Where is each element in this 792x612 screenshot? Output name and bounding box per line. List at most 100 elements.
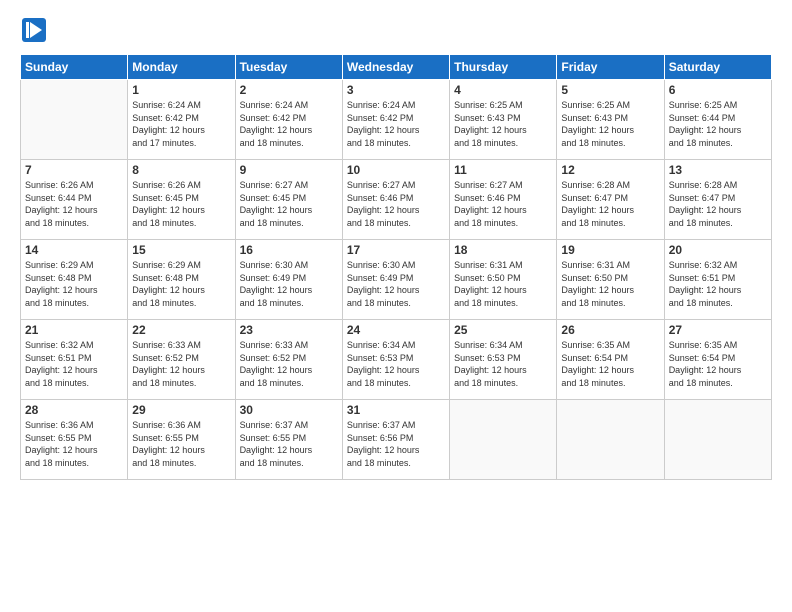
- day-info: Sunrise: 6:36 AM Sunset: 6:55 PM Dayligh…: [132, 419, 230, 469]
- calendar-cell: 26 Sunrise: 6:35 AM Sunset: 6:54 PM Dayli…: [557, 320, 664, 400]
- calendar-cell: 25Sunrise: 6:34 AM Sunset: 6:53 PM Dayli…: [450, 320, 557, 400]
- calendar-cell: 18 Sunrise: 6:31 AM Sunset: 6:50 PM Dayli…: [450, 240, 557, 320]
- calendar-header-tuesday: Tuesday: [235, 55, 342, 80]
- calendar-cell: 4Sunrise: 6:25 AM Sunset: 6:43 PM Daylig…: [450, 80, 557, 160]
- calendar-cell: [664, 400, 771, 480]
- day-number: 31: [347, 403, 445, 417]
- calendar-cell: 6 Sunrise: 6:25 AM Sunset: 6:44 PM Daylig…: [664, 80, 771, 160]
- day-number: 28: [25, 403, 123, 417]
- day-number: 10: [347, 163, 445, 177]
- calendar-header-wednesday: Wednesday: [342, 55, 449, 80]
- day-number: 29: [132, 403, 230, 417]
- calendar-cell: 20 Sunrise: 6:32 AM Sunset: 6:51 PM Dayli…: [664, 240, 771, 320]
- day-number: 13: [669, 163, 767, 177]
- day-number: 18: [454, 243, 552, 257]
- day-info: Sunrise: 6:27 AM Sunset: 6:46 PM Dayligh…: [347, 179, 445, 229]
- header: [20, 16, 772, 44]
- calendar-header-monday: Monday: [128, 55, 235, 80]
- calendar-cell: 10 Sunrise: 6:27 AM Sunset: 6:46 PM Dayli…: [342, 160, 449, 240]
- day-info: Sunrise: 6:24 AM Sunset: 6:42 PM Dayligh…: [132, 99, 230, 149]
- day-info: Sunrise: 6:37 AM Sunset: 6:55 PM Dayligh…: [240, 419, 338, 469]
- calendar-cell: 13 Sunrise: 6:28 AM Sunset: 6:47 PM Dayli…: [664, 160, 771, 240]
- calendar-header-friday: Friday: [557, 55, 664, 80]
- calendar-cell: 5Sunrise: 6:25 AM Sunset: 6:43 PM Daylig…: [557, 80, 664, 160]
- calendar-cell: 11 Sunrise: 6:27 AM Sunset: 6:46 PM Dayli…: [450, 160, 557, 240]
- calendar-cell: 19 Sunrise: 6:31 AM Sunset: 6:50 PM Dayli…: [557, 240, 664, 320]
- day-number: 16: [240, 243, 338, 257]
- calendar-cell: [21, 80, 128, 160]
- day-info: Sunrise: 6:35 AM Sunset: 6:54 PM Dayligh…: [669, 339, 767, 389]
- logo: [20, 16, 50, 44]
- calendar-cell: 30 Sunrise: 6:37 AM Sunset: 6:55 PM Dayli…: [235, 400, 342, 480]
- calendar-header-thursday: Thursday: [450, 55, 557, 80]
- day-info: Sunrise: 6:27 AM Sunset: 6:46 PM Dayligh…: [454, 179, 552, 229]
- day-number: 27: [669, 323, 767, 337]
- day-info: Sunrise: 6:30 AM Sunset: 6:49 PM Dayligh…: [347, 259, 445, 309]
- day-info: Sunrise: 6:33 AM Sunset: 6:52 PM Dayligh…: [132, 339, 230, 389]
- calendar-cell: 21 Sunrise: 6:32 AM Sunset: 6:51 PM Dayli…: [21, 320, 128, 400]
- calendar-cell: [557, 400, 664, 480]
- day-info: Sunrise: 6:25 AM Sunset: 6:44 PM Dayligh…: [669, 99, 767, 149]
- day-info: Sunrise: 6:29 AM Sunset: 6:48 PM Dayligh…: [132, 259, 230, 309]
- day-number: 22: [132, 323, 230, 337]
- day-info: Sunrise: 6:28 AM Sunset: 6:47 PM Dayligh…: [561, 179, 659, 229]
- day-number: 5: [561, 83, 659, 97]
- calendar-week-0: 1 Sunrise: 6:24 AM Sunset: 6:42 PM Daylig…: [21, 80, 772, 160]
- day-info: Sunrise: 6:24 AM Sunset: 6:42 PM Dayligh…: [347, 99, 445, 149]
- day-number: 17: [347, 243, 445, 257]
- page: SundayMondayTuesdayWednesdayThursdayFrid…: [0, 0, 792, 612]
- day-info: Sunrise: 6:34 AM Sunset: 6:53 PM Dayligh…: [347, 339, 445, 389]
- day-info: Sunrise: 6:26 AM Sunset: 6:45 PM Dayligh…: [132, 179, 230, 229]
- calendar-cell: 2 Sunrise: 6:24 AM Sunset: 6:42 PM Daylig…: [235, 80, 342, 160]
- calendar-cell: 7Sunrise: 6:26 AM Sunset: 6:44 PM Daylig…: [21, 160, 128, 240]
- logo-icon: [20, 16, 48, 44]
- day-number: 1: [132, 83, 230, 97]
- day-number: 9: [240, 163, 338, 177]
- calendar-cell: 28 Sunrise: 6:36 AM Sunset: 6:55 PM Dayli…: [21, 400, 128, 480]
- day-number: 23: [240, 323, 338, 337]
- day-number: 26: [561, 323, 659, 337]
- day-info: Sunrise: 6:33 AM Sunset: 6:52 PM Dayligh…: [240, 339, 338, 389]
- calendar-week-3: 21 Sunrise: 6:32 AM Sunset: 6:51 PM Dayli…: [21, 320, 772, 400]
- calendar-header-row: SundayMondayTuesdayWednesdayThursdayFrid…: [21, 55, 772, 80]
- calendar-cell: 14Sunrise: 6:29 AM Sunset: 6:48 PM Dayli…: [21, 240, 128, 320]
- day-info: Sunrise: 6:37 AM Sunset: 6:56 PM Dayligh…: [347, 419, 445, 469]
- day-number: 20: [669, 243, 767, 257]
- calendar-cell: 12 Sunrise: 6:28 AM Sunset: 6:47 PM Dayli…: [557, 160, 664, 240]
- calendar-header-saturday: Saturday: [664, 55, 771, 80]
- day-number: 19: [561, 243, 659, 257]
- calendar-cell: [450, 400, 557, 480]
- calendar-cell: 29 Sunrise: 6:36 AM Sunset: 6:55 PM Dayli…: [128, 400, 235, 480]
- day-number: 2: [240, 83, 338, 97]
- calendar-cell: 3 Sunrise: 6:24 AM Sunset: 6:42 PM Daylig…: [342, 80, 449, 160]
- day-info: Sunrise: 6:25 AM Sunset: 6:43 PM Dayligh…: [454, 99, 552, 149]
- day-number: 12: [561, 163, 659, 177]
- calendar-cell: 1 Sunrise: 6:24 AM Sunset: 6:42 PM Daylig…: [128, 80, 235, 160]
- day-info: Sunrise: 6:36 AM Sunset: 6:55 PM Dayligh…: [25, 419, 123, 469]
- day-number: 24: [347, 323, 445, 337]
- calendar-cell: 23 Sunrise: 6:33 AM Sunset: 6:52 PM Dayli…: [235, 320, 342, 400]
- day-info: Sunrise: 6:32 AM Sunset: 6:51 PM Dayligh…: [669, 259, 767, 309]
- day-number: 11: [454, 163, 552, 177]
- calendar-cell: 8Sunrise: 6:26 AM Sunset: 6:45 PM Daylig…: [128, 160, 235, 240]
- calendar-week-1: 7Sunrise: 6:26 AM Sunset: 6:44 PM Daylig…: [21, 160, 772, 240]
- day-number: 3: [347, 83, 445, 97]
- day-info: Sunrise: 6:30 AM Sunset: 6:49 PM Dayligh…: [240, 259, 338, 309]
- day-info: Sunrise: 6:31 AM Sunset: 6:50 PM Dayligh…: [454, 259, 552, 309]
- day-number: 25: [454, 323, 552, 337]
- day-info: Sunrise: 6:35 AM Sunset: 6:54 PM Dayligh…: [561, 339, 659, 389]
- day-info: Sunrise: 6:32 AM Sunset: 6:51 PM Dayligh…: [25, 339, 123, 389]
- day-number: 30: [240, 403, 338, 417]
- calendar-header-sunday: Sunday: [21, 55, 128, 80]
- day-info: Sunrise: 6:24 AM Sunset: 6:42 PM Dayligh…: [240, 99, 338, 149]
- calendar-cell: 15Sunrise: 6:29 AM Sunset: 6:48 PM Dayli…: [128, 240, 235, 320]
- day-info: Sunrise: 6:29 AM Sunset: 6:48 PM Dayligh…: [25, 259, 123, 309]
- calendar-cell: 24 Sunrise: 6:34 AM Sunset: 6:53 PM Dayli…: [342, 320, 449, 400]
- day-number: 6: [669, 83, 767, 97]
- day-number: 21: [25, 323, 123, 337]
- calendar-cell: 9Sunrise: 6:27 AM Sunset: 6:45 PM Daylig…: [235, 160, 342, 240]
- calendar-cell: 22 Sunrise: 6:33 AM Sunset: 6:52 PM Dayli…: [128, 320, 235, 400]
- day-number: 7: [25, 163, 123, 177]
- day-info: Sunrise: 6:31 AM Sunset: 6:50 PM Dayligh…: [561, 259, 659, 309]
- day-info: Sunrise: 6:28 AM Sunset: 6:47 PM Dayligh…: [669, 179, 767, 229]
